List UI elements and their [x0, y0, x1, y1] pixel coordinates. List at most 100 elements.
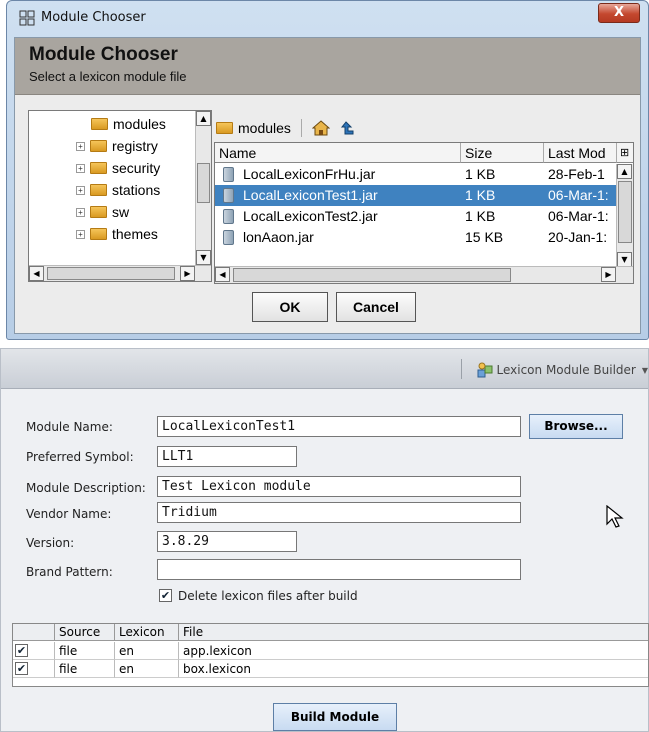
table-horizontal-scrollbar[interactable]: ◀ ▶ — [215, 266, 633, 283]
tree-vertical-scrollbar[interactable]: ▲ ▼ — [195, 111, 211, 265]
tree-item-label: sw — [112, 204, 130, 220]
dropdown-arrow-icon[interactable]: ▼ — [642, 366, 648, 375]
scroll-left-icon[interactable]: ◀ — [29, 266, 44, 281]
title-bar[interactable]: Module Chooser X — [7, 1, 648, 37]
scroll-up-icon[interactable]: ▲ — [196, 111, 211, 126]
expand-icon[interactable]: + — [76, 185, 85, 195]
file-cell: box.lexicon — [179, 660, 648, 678]
path-bar: modules — [216, 116, 356, 140]
file-modified: 06-Mar-1: — [548, 187, 609, 203]
browse-button[interactable]: Browse... — [529, 414, 623, 439]
column-header-check — [13, 624, 55, 641]
expand-icon[interactable]: + — [76, 207, 85, 217]
scroll-down-icon[interactable]: ▼ — [196, 250, 211, 265]
file-row[interactable]: LocalLexiconFrHu.jar 1 KB 28-Feb-1 — [215, 164, 617, 185]
scroll-left-icon[interactable]: ◀ — [215, 267, 230, 282]
module-description-field[interactable]: Test Lexicon module — [157, 476, 521, 497]
scroll-right-icon[interactable]: ▶ — [180, 266, 195, 281]
window-title: Module Chooser — [41, 10, 146, 25]
brand-pattern-label: Brand Pattern: — [26, 565, 113, 579]
preferred-symbol-label: Preferred Symbol: — [26, 450, 134, 464]
close-button[interactable]: X — [598, 3, 640, 23]
column-header-name[interactable]: Name — [215, 143, 461, 163]
file-name: LocalLexiconFrHu.jar — [243, 166, 376, 182]
file-row[interactable]: LocalLexiconTest2.jar 1 KB 06-Mar-1: — [215, 206, 617, 227]
module-description-label: Module Description: — [26, 481, 146, 495]
scroll-right-icon[interactable]: ▶ — [601, 267, 616, 282]
file-size: 1 KB — [465, 208, 496, 224]
delete-files-checkbox[interactable]: ✔ — [159, 589, 172, 602]
vendor-name-field[interactable]: Tridium — [157, 502, 521, 523]
dialog-heading: Module Chooser — [29, 44, 178, 65]
tree-item-label: modules — [113, 116, 166, 132]
file-table: Name Size Last Mod ⊞ LocalLexiconFrHu.ja… — [214, 142, 634, 284]
home-icon[interactable] — [311, 120, 330, 136]
jar-file-icon — [223, 188, 234, 203]
lexicon-cell: en — [115, 660, 179, 678]
file-name: LocalLexiconTest2.jar — [243, 208, 378, 224]
builder-icon — [477, 362, 492, 378]
row-checkbox[interactable]: ✔ — [15, 662, 28, 675]
module-name-field[interactable]: LocalLexiconTest1 — [157, 416, 521, 437]
folder-icon — [90, 184, 107, 196]
row-checkbox[interactable]: ✔ — [15, 644, 28, 657]
expand-icon[interactable]: + — [76, 163, 85, 173]
file-row[interactable]: lonAaon.jar 15 KB 20-Jan-1: — [215, 227, 617, 248]
tree-item-themes[interactable]: + themes — [76, 223, 158, 245]
view-selector-label: Lexicon Module Builder — [496, 363, 636, 377]
file-size: 1 KB — [465, 187, 496, 203]
brand-pattern-field[interactable] — [157, 559, 521, 580]
tree-item-label: registry — [112, 138, 158, 154]
folder-icon — [90, 140, 107, 152]
view-selector-tab[interactable]: Lexicon Module Builder ▼ — [477, 362, 648, 378]
file-modified: 28-Feb-1 — [548, 166, 605, 182]
tree-item-label: stations — [112, 182, 161, 198]
view-tab-bar: Lexicon Module Builder ▼ — [1, 349, 648, 389]
column-header-file[interactable]: File — [179, 624, 648, 641]
tree-item-sw[interactable]: + sw — [76, 201, 129, 223]
expand-icon[interactable]: + — [76, 141, 85, 151]
row-check-cell[interactable]: ✔ — [13, 642, 55, 660]
scroll-thumb[interactable] — [233, 268, 511, 282]
preferred-symbol-field[interactable]: LLT1 — [157, 446, 297, 467]
jar-file-icon — [223, 209, 234, 224]
source-cell: file — [55, 642, 115, 660]
build-module-button[interactable]: Build Module — [273, 703, 397, 731]
tree-horizontal-scrollbar[interactable]: ◀ ▶ — [29, 265, 211, 281]
scroll-thumb[interactable] — [47, 267, 175, 280]
version-field[interactable]: 3.8.29 — [157, 531, 297, 552]
directory-tree: modules + registry + security + stations… — [28, 110, 212, 282]
tree-item-security[interactable]: + security — [76, 157, 160, 179]
folder-icon — [216, 122, 233, 134]
current-folder-label: modules — [238, 120, 291, 136]
column-header-lexicon[interactable]: Lexicon — [115, 624, 179, 641]
expand-icon[interactable]: + — [76, 229, 85, 239]
row-check-cell[interactable]: ✔ — [13, 660, 55, 678]
column-chooser-icon[interactable]: ⊞ — [617, 143, 633, 163]
tree-item-modules[interactable]: modules — [91, 113, 166, 135]
ok-button[interactable]: OK — [252, 292, 328, 322]
file-size: 1 KB — [465, 166, 496, 182]
delete-files-label: Delete lexicon files after build — [178, 589, 358, 603]
file-modified: 06-Mar-1: — [548, 208, 609, 224]
tab-divider — [461, 359, 462, 379]
lexicon-file-table: Source Lexicon File ✔ file en app.lexico… — [12, 623, 649, 687]
jar-file-icon — [223, 230, 234, 245]
tree-item-stations[interactable]: + stations — [76, 179, 160, 201]
column-header-last-modified[interactable]: Last Mod — [544, 143, 617, 163]
cancel-button[interactable]: Cancel — [336, 292, 416, 322]
scroll-thumb[interactable] — [197, 163, 210, 203]
table-vertical-scrollbar[interactable]: ▲ ▼ — [616, 164, 633, 267]
module-name-label: Module Name: — [26, 420, 113, 434]
scroll-thumb[interactable] — [618, 181, 632, 243]
scroll-up-icon[interactable]: ▲ — [617, 164, 632, 179]
tree-item-registry[interactable]: + registry — [76, 135, 158, 157]
column-header-size[interactable]: Size — [461, 143, 544, 163]
scroll-down-icon[interactable]: ▼ — [617, 252, 632, 267]
column-header-source[interactable]: Source — [55, 624, 115, 641]
up-folder-icon[interactable] — [340, 120, 356, 136]
file-row-selected[interactable]: LocalLexiconTest1.jar 1 KB 06-Mar-1: — [215, 185, 617, 206]
version-label: Version: — [26, 536, 75, 550]
vendor-name-label: Vendor Name: — [26, 507, 112, 521]
mouse-pointer-icon — [606, 505, 624, 528]
